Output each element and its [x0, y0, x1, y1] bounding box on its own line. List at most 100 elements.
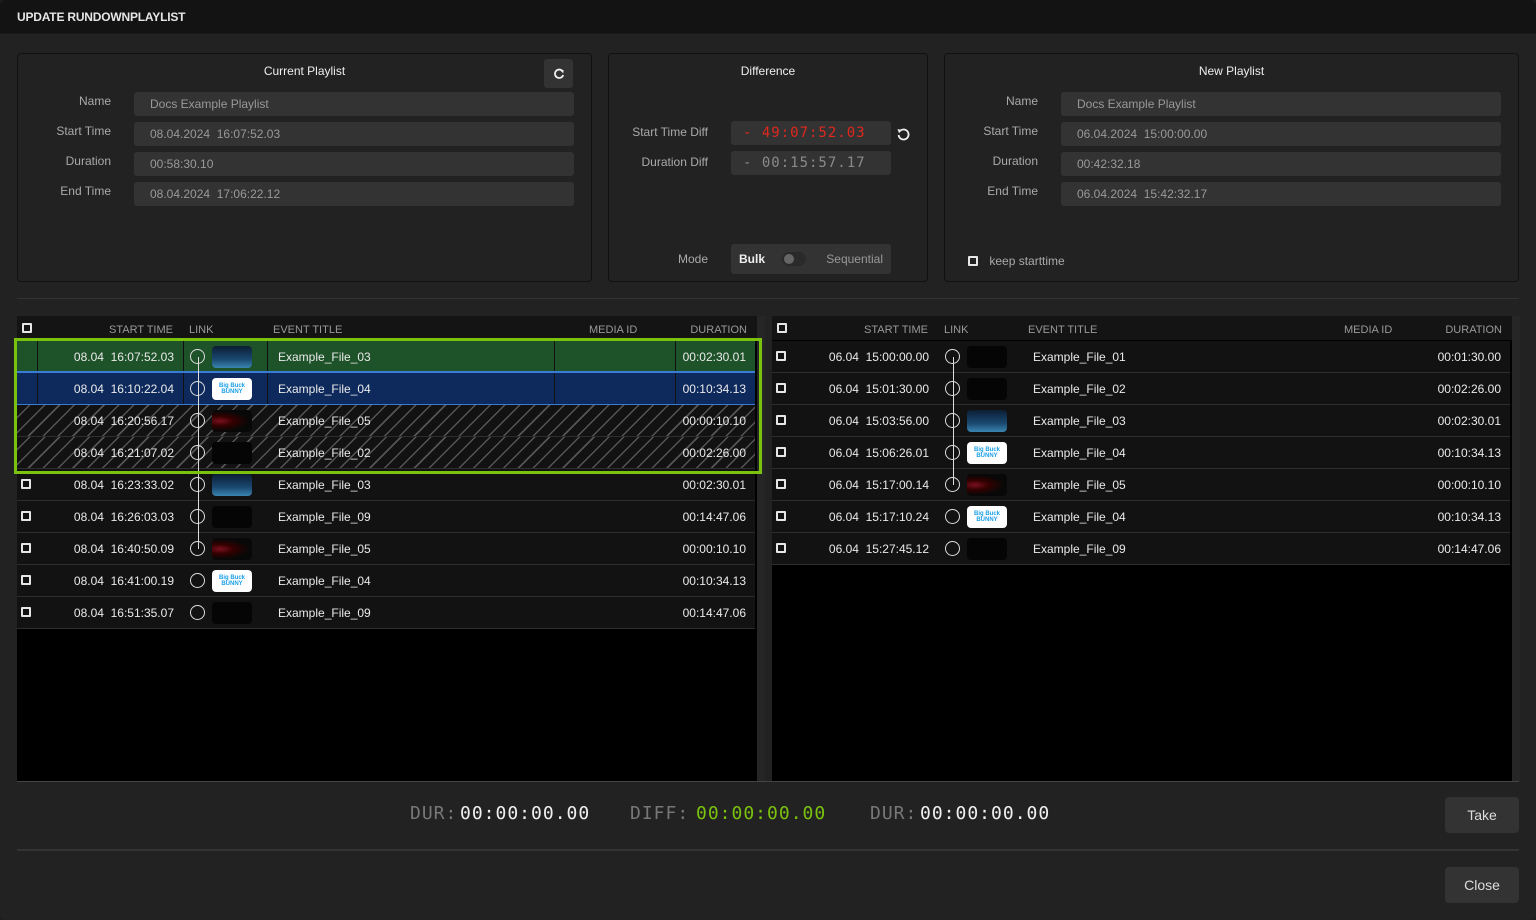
row-duration: 00:02:26.00	[1437, 382, 1501, 396]
field-value[interactable]: 00:42:32.18	[1061, 152, 1501, 176]
row-time: 16:21:07.02	[110, 446, 174, 460]
col-media-id[interactable]: MEDIA ID	[1344, 324, 1392, 336]
row-date: 08.04	[73, 478, 104, 492]
field-label: Duration	[992, 154, 1038, 168]
table-row[interactable]: 08.04 16:40:50.09 Example_File_05 00:00:10…	[17, 533, 755, 565]
link-node-icon[interactable]	[190, 573, 205, 588]
row-duration: 00:10:34.13	[682, 382, 746, 396]
left-table-scrollbar[interactable]	[757, 316, 765, 781]
row-duration: 00:02:30.01	[1437, 414, 1501, 428]
keep-starttime-checkbox[interactable]	[968, 255, 978, 266]
thumb-text: Big Buck BUNNY	[973, 447, 1000, 459]
row-checkbox[interactable]	[21, 511, 31, 521]
link-node-icon[interactable]	[945, 541, 960, 556]
col-media-id[interactable]: MEDIA ID	[589, 324, 637, 336]
field-value[interactable]: Docs Example Playlist	[134, 92, 574, 116]
field-label: Name	[78, 94, 111, 108]
table-row[interactable]: 08.04 16:26:03.03 Example_File_09 00:14:47…	[17, 501, 755, 533]
col-duration[interactable]: DURATION	[690, 324, 747, 336]
field-value[interactable]: 06.04.2024 15:42:32.17	[1061, 182, 1501, 206]
link-node-icon[interactable]	[945, 509, 960, 524]
keep-starttime-checkbox-row[interactable]: keep starttime	[968, 253, 1065, 268]
row-start-time: 08.04 16:07:52.03	[74, 350, 174, 364]
field-value[interactable]: Docs Example Playlist	[1061, 92, 1501, 116]
row-checkbox[interactable]	[776, 479, 786, 489]
row-checkbox[interactable]	[776, 447, 786, 457]
start-time-diff-value: - 49:07:52.03	[731, 121, 891, 145]
table-row[interactable]: 06.04 15:06:26.01 Big Buck BUNNY Example_F…	[772, 437, 1510, 469]
table-row[interactable]: 08.04 16:23:33.02 Example_File_03 00:02:30…	[17, 469, 755, 501]
thumb-text: Big Buck BUNNY	[973, 511, 1000, 523]
row-checkbox[interactable]	[776, 383, 786, 393]
table-row[interactable]: 06.04 15:27:45.12 Example_File_09 00:14:47…	[772, 533, 1510, 565]
table-row[interactable]: 08.04 16:51:35.07 Example_File_09 00:14:47…	[17, 597, 755, 629]
field-value[interactable]: 06.04.2024 15:00:00.00	[1061, 122, 1501, 146]
row-event-title: Example_File_02	[278, 446, 371, 460]
table-row[interactable]: 08.04 16:21:07.02 Example_File_02 00:02:26…	[17, 437, 755, 469]
col-start-time[interactable]: START TIME	[864, 324, 928, 336]
row-checkbox[interactable]	[776, 351, 786, 361]
row-time: 15:01:30.00	[865, 382, 929, 396]
table-row[interactable]: 08.04 16:41:00.19 Big Buck BUNNY Example_F…	[17, 565, 755, 597]
refresh-button[interactable]	[544, 59, 573, 88]
row-event-title: Example_File_09	[1033, 542, 1126, 556]
thumbnail-sky	[212, 346, 252, 368]
row-time: 16:26:03.03	[110, 510, 174, 524]
row-event-title: Example_File_03	[1033, 414, 1126, 428]
keep-starttime-label: keep starttime	[989, 253, 1065, 268]
col-event-title[interactable]: EVENT TITLE	[1028, 324, 1097, 336]
table-row[interactable]: 06.04 15:03:56.00 Example_File_03 00:02:30…	[772, 405, 1510, 437]
row-checkbox[interactable]	[21, 543, 31, 553]
row-event-title: Example_File_03	[278, 478, 371, 492]
mode-switch-track[interactable]	[782, 252, 806, 266]
row-checkbox[interactable]	[776, 415, 786, 425]
col-link[interactable]: LINK	[944, 324, 968, 336]
col-event-title[interactable]: EVENT TITLE	[273, 324, 342, 336]
row-start-time: 06.04 15:06:26.01	[829, 446, 929, 460]
right-table-scrollbar[interactable]	[1512, 316, 1520, 781]
table-row[interactable]: 08.04 16:10:22.04 Big Buck BUNNY Example_F…	[17, 373, 755, 405]
duration-diff-label: Duration Diff	[641, 155, 708, 169]
row-checkbox[interactable]	[21, 479, 31, 489]
table-row[interactable]: 06.04 15:17:10.24 Big Buck BUNNY Example_F…	[772, 501, 1510, 533]
row-checkbox[interactable]	[776, 511, 786, 521]
reset-icon	[897, 128, 910, 141]
row-checkbox[interactable]	[776, 543, 786, 553]
diff-label: DIFF:	[630, 803, 690, 824]
field-value[interactable]: 08.04.2024 16:07:52.03	[134, 122, 574, 146]
reset-start-time-button[interactable]	[896, 127, 911, 145]
col-link[interactable]: LINK	[189, 324, 213, 336]
row-date: 08.04	[73, 574, 104, 588]
row-date: 06.04	[828, 382, 859, 396]
duration-diff-value: - 00:15:57.17	[731, 151, 891, 175]
current_playlist-field-duration: Duration 00:58:30.10	[18, 152, 591, 176]
footer-divider	[17, 849, 1519, 851]
table-row[interactable]: 08.04 16:20:56.17 Example_File_05 00:00:10…	[17, 405, 755, 437]
close-button[interactable]: Close	[1445, 867, 1519, 903]
link-node-icon[interactable]	[190, 605, 205, 620]
mode-option-sequential[interactable]: Sequential	[826, 252, 883, 266]
mode-switch-knob	[784, 254, 794, 264]
row-duration: 00:00:10.10	[682, 542, 746, 556]
row-time: 16:20:56.17	[110, 414, 174, 428]
new_playlist-field-name: Name Docs Example Playlist	[945, 92, 1518, 116]
row-checkbox[interactable]	[21, 575, 31, 585]
field-value[interactable]: 00:58:30.10	[134, 152, 574, 176]
col-duration[interactable]: DURATION	[1445, 324, 1502, 336]
thumbnail-red	[212, 410, 252, 432]
table-row[interactable]: 08.04 16:07:52.03 Example_File_03 00:02:30…	[17, 341, 755, 373]
table-row[interactable]: 06.04 15:00:00.00 Example_File_01 00:01:30…	[772, 341, 1510, 373]
select-all-checkbox[interactable]	[22, 323, 32, 333]
mode-option-bulk[interactable]: Bulk	[739, 252, 765, 266]
thumbnail-bunny: Big Buck BUNNY	[212, 378, 252, 400]
field-value[interactable]: 08.04.2024 17:06:22.12	[134, 182, 574, 206]
mode-toggle[interactable]: Bulk Sequential	[731, 244, 891, 274]
row-date: 06.04	[828, 446, 859, 460]
thumbnail-sky	[212, 474, 252, 496]
col-start-time[interactable]: START TIME	[109, 324, 173, 336]
select-all-checkbox[interactable]	[777, 323, 787, 333]
take-button[interactable]: Take	[1445, 797, 1519, 833]
table-row[interactable]: 06.04 15:01:30.00 Example_File_02 00:02:26…	[772, 373, 1510, 405]
row-checkbox[interactable]	[21, 607, 31, 617]
table-row[interactable]: 06.04 15:17:00.14 Example_File_05 00:00:10…	[772, 469, 1510, 501]
